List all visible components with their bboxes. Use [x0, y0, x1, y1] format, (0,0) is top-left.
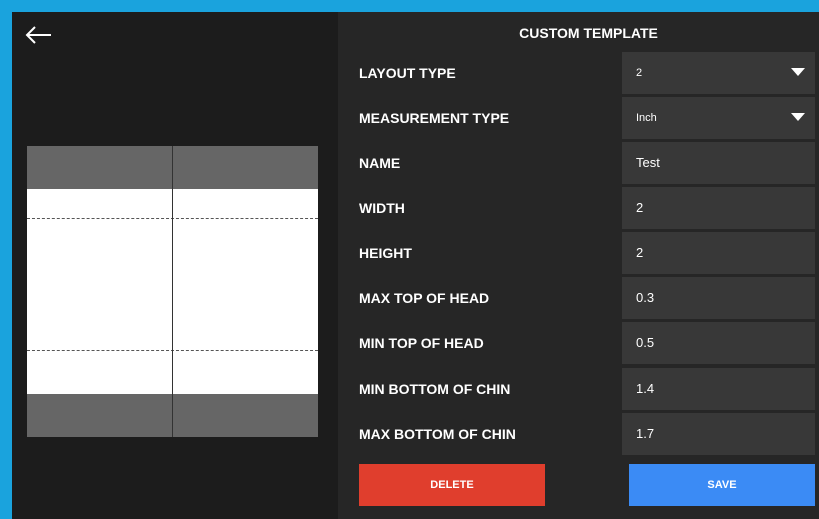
min-top-of-head-row: MIN TOP OF HEAD 0.5: [338, 322, 819, 364]
measurement-type-select[interactable]: Inch: [622, 97, 815, 139]
max-top-of-head-label: MAX TOP OF HEAD: [359, 290, 490, 306]
layout-type-label: LAYOUT TYPE: [359, 65, 456, 81]
template-preview: [27, 146, 318, 437]
preview-panel: [12, 12, 338, 519]
max-top-of-head-row: MAX TOP OF HEAD 0.3: [338, 277, 819, 319]
max-bottom-of-chin-field[interactable]: 1.7: [622, 413, 815, 455]
layout-type-row: LAYOUT TYPE 2: [338, 52, 819, 94]
min-bottom-of-chin-row: MIN BOTTOM OF CHIN 1.4: [338, 368, 819, 410]
measurement-type-label: MEASUREMENT TYPE: [359, 110, 510, 126]
caret-down-icon: [791, 68, 805, 76]
height-label: HEIGHT: [359, 245, 412, 261]
back-button[interactable]: [24, 22, 54, 48]
name-field[interactable]: Test: [622, 142, 815, 184]
max-top-of-head-field[interactable]: 0.3: [622, 277, 815, 319]
min-bottom-of-chin-label: MIN BOTTOM OF CHIN: [359, 381, 511, 397]
max-bottom-of-chin-label: MAX BOTTOM OF CHIN: [359, 426, 516, 442]
name-row: NAME Test: [338, 142, 819, 184]
width-field[interactable]: 2: [622, 187, 815, 229]
layout-type-select[interactable]: 2: [622, 52, 815, 94]
layout-type-value: 2: [636, 67, 643, 79]
min-top-of-head-label: MIN TOP OF HEAD: [359, 335, 484, 351]
max-bottom-of-chin-row: MAX BOTTOM OF CHIN 1.7: [338, 413, 819, 455]
width-row: WIDTH 2: [338, 187, 819, 229]
height-field[interactable]: 2: [622, 232, 815, 274]
min-top-of-head-field[interactable]: 0.5: [622, 322, 815, 364]
min-bottom-of-chin-field[interactable]: 1.4: [622, 368, 815, 410]
preview-center-divider: [172, 146, 173, 437]
page-title: CUSTOM TEMPLATE: [519, 25, 658, 41]
save-button[interactable]: SAVE: [629, 464, 815, 506]
caret-down-icon: [791, 113, 805, 121]
height-row: HEIGHT 2: [338, 232, 819, 274]
arrow-left-icon: [25, 26, 51, 44]
name-label: NAME: [359, 155, 401, 171]
template-form-panel: CUSTOM TEMPLATE LAYOUT TYPE 2 MEASUREMEN…: [338, 12, 819, 519]
delete-button[interactable]: DELETE: [359, 464, 545, 506]
app-window: CUSTOM TEMPLATE LAYOUT TYPE 2 MEASUREMEN…: [12, 12, 819, 519]
measurement-type-row: MEASUREMENT TYPE Inch: [338, 97, 819, 139]
measurement-type-value: Inch: [636, 112, 657, 124]
width-label: WIDTH: [359, 200, 405, 216]
